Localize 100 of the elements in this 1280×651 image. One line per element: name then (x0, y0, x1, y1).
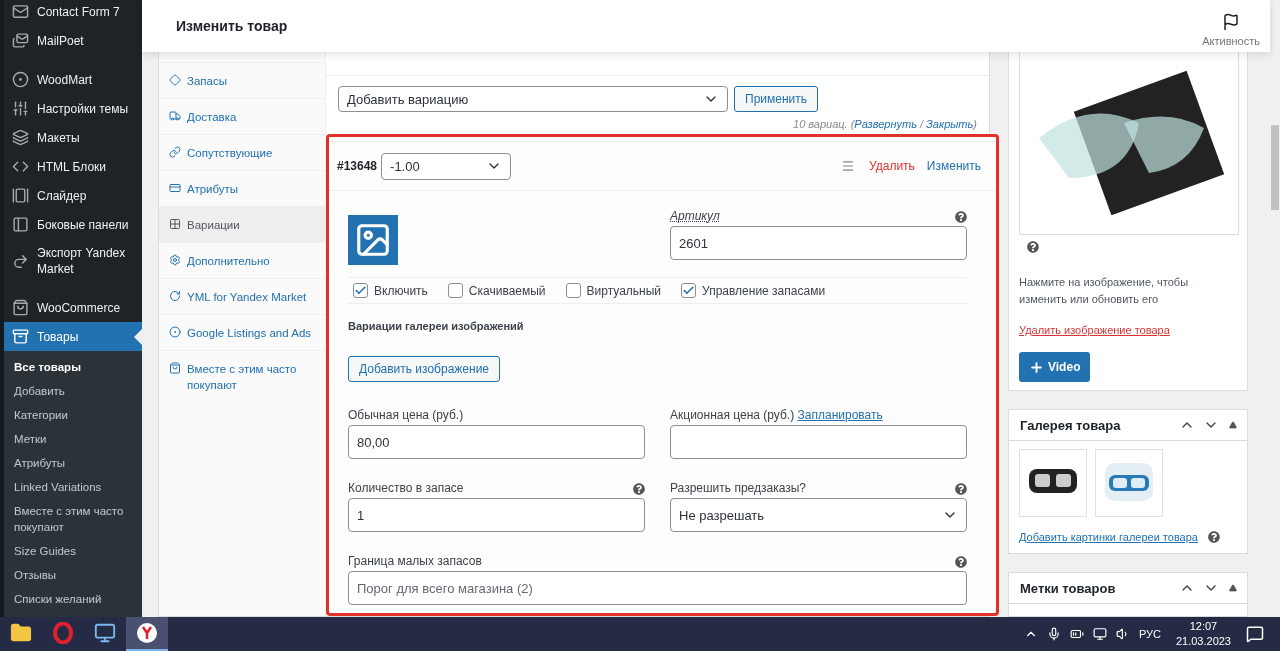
folder-icon (10, 622, 32, 644)
battery-icon[interactable] (1069, 627, 1084, 641)
submenu-item[interactable]: Списки желаний (4, 587, 142, 611)
tab-label: Атрибуты (187, 182, 239, 197)
taskbar-app[interactable] (126, 617, 168, 651)
backorders-select[interactable]: Не разрешать (670, 498, 967, 532)
sidebar-item[interactable]: Товары (4, 322, 142, 351)
sidebar-item[interactable]: Настройки темы (4, 94, 142, 123)
add-gallery-images-link[interactable]: Добавить картинки галереи товара (1019, 531, 1198, 543)
triangle-icon[interactable] (1229, 584, 1237, 592)
microphone-icon[interactable] (1046, 627, 1061, 641)
add-variation-select[interactable]: Добавить вариацию (338, 86, 728, 112)
image-placeholder-icon[interactable] (348, 215, 398, 265)
variations-summary: 10 вариац. (Развернуть / Закрыть) (792, 117, 978, 130)
product-tab[interactable]: Доставка (159, 98, 325, 134)
sidebar-item[interactable]: WooCommerce (4, 293, 142, 322)
sidebar-item[interactable]: Contact Form 7 (4, 0, 142, 26)
schedule-link[interactable]: Запланировать (797, 408, 883, 422)
video-button[interactable]: Video (1019, 352, 1091, 382)
input-field[interactable]: 80,00 (348, 425, 645, 459)
sidebar-item-label: Товары (37, 328, 79, 345)
photo-placeholder[interactable] (1019, 52, 1239, 235)
checkbox-option[interactable]: Виртуальный (565, 283, 662, 298)
checkbox[interactable] (447, 283, 463, 298)
triangle-icon[interactable] (1229, 421, 1237, 429)
product-tab[interactable]: YML for Yandex Market (159, 278, 325, 314)
box-title: Метки товаров (1020, 580, 1117, 596)
input-field[interactable]: 1 (348, 498, 645, 532)
sidebar-item-label: Боковые панели (37, 216, 129, 233)
help-icon[interactable] (955, 211, 967, 223)
submenu-item[interactable]: Size Guides (4, 539, 142, 563)
submenu-item[interactable]: Все товары (4, 355, 142, 379)
drag-handle-icon[interactable] (841, 159, 856, 173)
sidebar-item-label: Настройки темы (37, 100, 129, 117)
field-label: Обычная цена (руб.) (348, 408, 464, 422)
checkbox[interactable] (681, 283, 697, 298)
submenu-item[interactable]: Добавить (4, 379, 142, 403)
checkbox-option[interactable]: Управление запасами (681, 283, 826, 298)
product-tab[interactable]: Google Listings and Ads (159, 314, 325, 350)
help-icon[interactable] (1027, 241, 1039, 253)
menu-item-icon (11, 100, 29, 117)
apply-button[interactable]: Применить (734, 86, 818, 112)
add-image-button[interactable]: Добавить изображение (348, 356, 501, 382)
sidebar-item-label: Макеты (37, 129, 80, 146)
collapse-link[interactable]: Закрыть (926, 118, 974, 130)
delete-link[interactable]: Удалить (869, 159, 915, 173)
product-tab[interactable]: Дополнительно (159, 242, 325, 278)
help-icon[interactable] (955, 483, 967, 495)
help-icon[interactable] (1207, 531, 1220, 543)
activity-button[interactable]: Активность (1202, 3, 1260, 49)
expand-link[interactable]: Развернуть (854, 118, 917, 130)
checkbox-option[interactable]: Включить (353, 283, 428, 298)
sidebar-item[interactable]: MailPoet (4, 26, 142, 55)
tab-icon (169, 110, 181, 122)
sidebar-item[interactable]: WoodMart (4, 65, 142, 94)
product-tab[interactable]: Вместе с этим часто покупают (159, 350, 325, 402)
input-field[interactable]: Порог для всего магазина (2) (348, 571, 967, 605)
input-field[interactable] (670, 425, 967, 459)
edit-link[interactable]: Изменить (926, 159, 981, 173)
attribute-select[interactable]: -1.00 (381, 152, 512, 180)
sidebar-item[interactable]: HTML Блоки (4, 152, 142, 181)
submenu-item[interactable]: Категории (4, 403, 142, 427)
help-icon[interactable] (633, 483, 645, 495)
sidebar-item-label: Слайдер (37, 187, 87, 204)
tab-icon (169, 182, 181, 194)
submenu-item[interactable]: Отзывы (4, 563, 142, 587)
sidebar-item-label: HTML Блоки (37, 158, 107, 175)
tab-icon (169, 326, 181, 338)
image-hint: Нажмите на изображение, чтобы изменить или обновить его (1018, 275, 1190, 307)
sidebar-item-label: MailPoet (37, 32, 84, 49)
sidebar-item[interactable]: Боковые панели (4, 210, 142, 239)
remove-image-link[interactable]: Удалить изображение товара (1019, 324, 1237, 336)
sku-input[interactable]: 2601 (670, 226, 967, 260)
submenu-item[interactable]: Linked Variations (4, 475, 142, 499)
menu-item-icon (11, 71, 29, 88)
sidebar-item[interactable]: Экспорт Yandex Market (4, 239, 142, 283)
help-icon[interactable] (955, 556, 967, 568)
product-tab[interactable]: Вариации (159, 206, 325, 242)
product-tab[interactable]: Запасы (159, 62, 325, 98)
sidebar-item[interactable]: Макеты (4, 123, 142, 152)
submenu-item[interactable]: Метки (4, 427, 142, 451)
notifications-icon[interactable] (1246, 625, 1264, 643)
tab-label: Дополнительно (187, 254, 270, 269)
tab-label: Вместе с этим часто покупают (187, 362, 298, 393)
sidebar-item[interactable]: Слайдер (4, 181, 142, 210)
photo-placeholder[interactable] (1019, 449, 1087, 517)
network-icon[interactable] (1092, 627, 1107, 641)
language-indicator[interactable]: РУС (1138, 628, 1161, 640)
checkbox[interactable] (565, 283, 581, 298)
menu-item-icon (11, 216, 29, 233)
clock[interactable]: 12:07 21.03.2023 (1175, 619, 1231, 649)
submenu-item[interactable]: Атрибуты (4, 451, 142, 475)
product-tab[interactable]: Сопутствующие (159, 134, 325, 170)
tab-label: YML for Yandex Market (187, 290, 307, 305)
tab-icon (169, 146, 181, 158)
submenu-item[interactable]: Вместе с этим часто покупают (4, 499, 142, 539)
checkbox-option[interactable]: Скачиваемый (447, 283, 546, 298)
checkbox[interactable] (353, 283, 368, 298)
sidebar-item-label: Экспорт Yandex Market (37, 245, 127, 277)
box-title: Галерея товара (1020, 417, 1122, 433)
